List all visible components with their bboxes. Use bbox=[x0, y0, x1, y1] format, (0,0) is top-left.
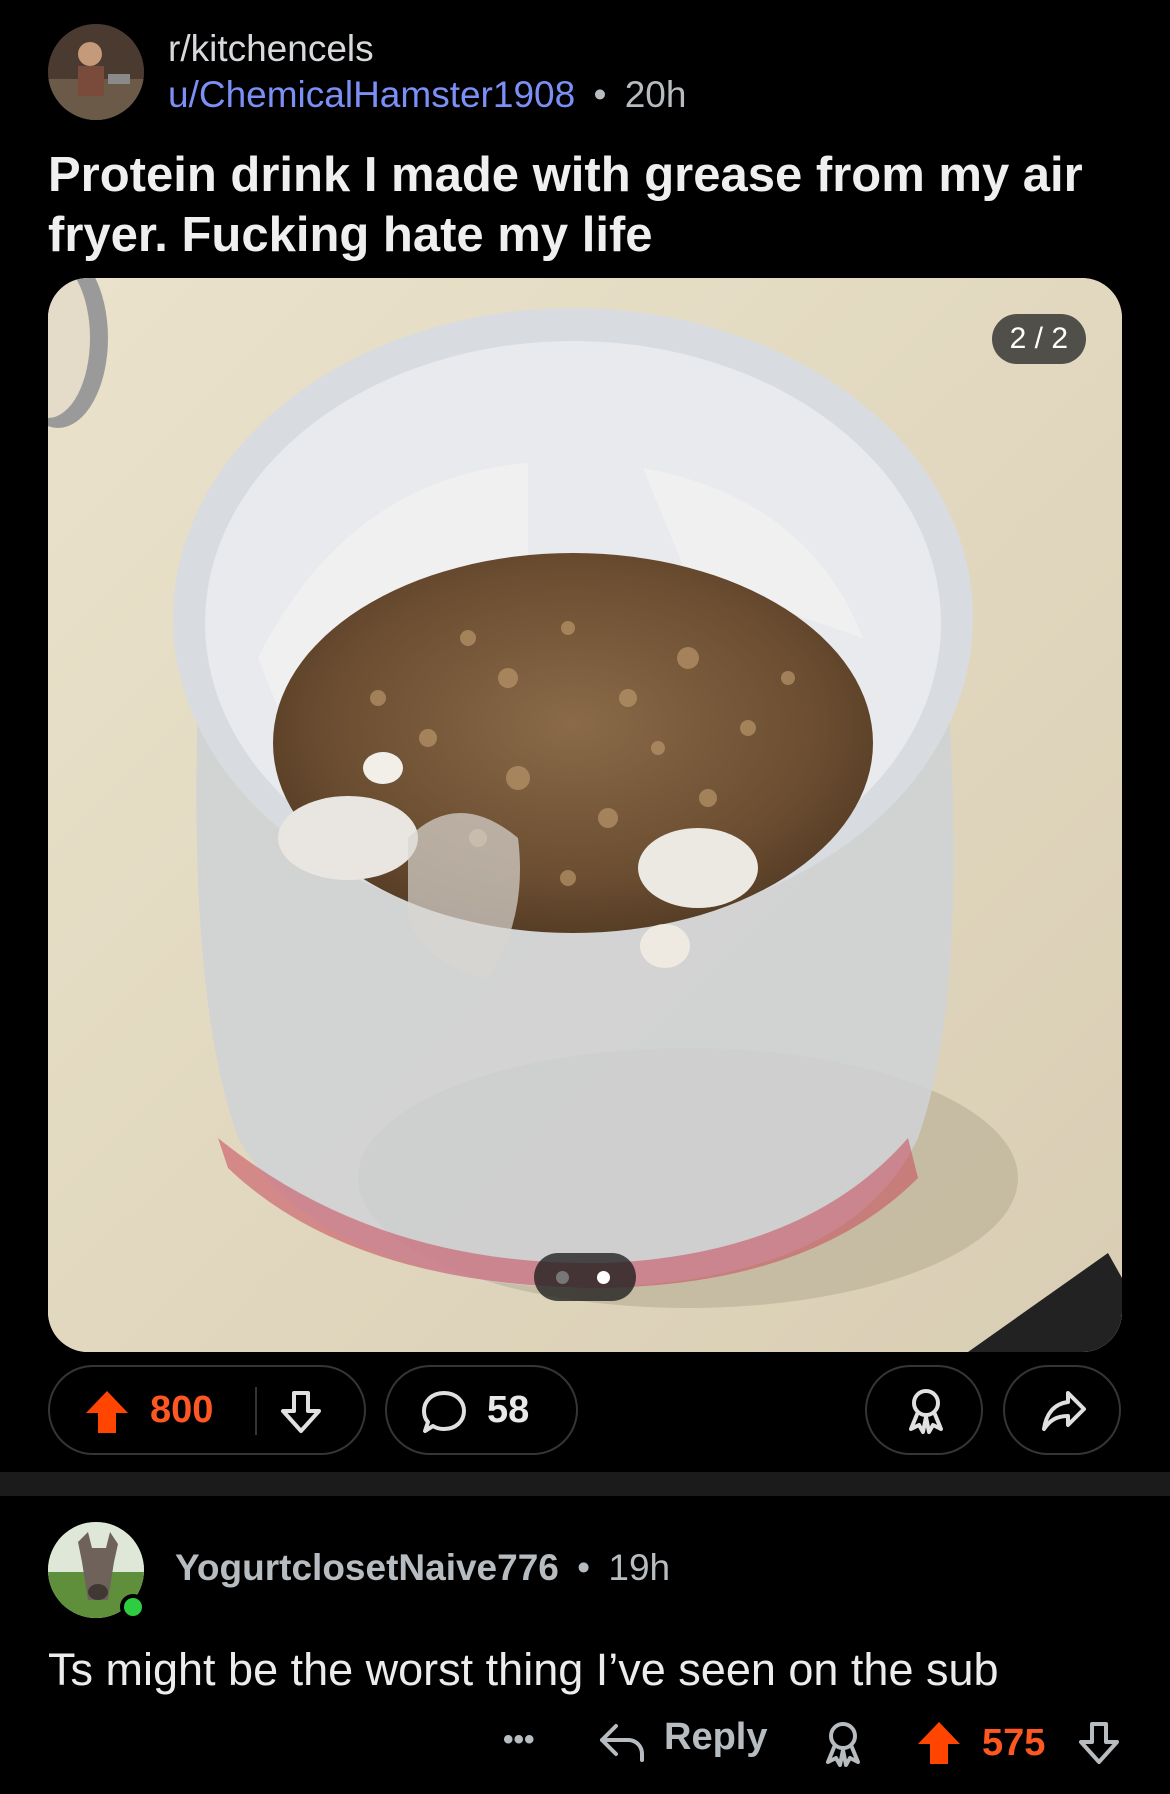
downvote-icon[interactable] bbox=[278, 1389, 324, 1435]
vote-divider bbox=[255, 1387, 257, 1435]
gallery-dot-2[interactable] bbox=[597, 1271, 610, 1284]
comment-body: Ts might be the worst thing I’ve seen on… bbox=[48, 1644, 999, 1695]
post-image[interactable]: 2 / 2 bbox=[48, 278, 1122, 1352]
reply-label: Reply bbox=[664, 1716, 768, 1758]
vote-pill: 800 bbox=[48, 1365, 366, 1455]
post-author-line: u/ChemicalHamster1908 • 20h bbox=[168, 74, 686, 116]
comment-icon bbox=[422, 1391, 466, 1433]
post-upvote-count: 800 bbox=[150, 1389, 214, 1431]
gallery-pagination[interactable] bbox=[534, 1253, 636, 1301]
upvote-icon[interactable] bbox=[84, 1389, 130, 1435]
share-button[interactable] bbox=[1003, 1365, 1121, 1455]
gallery-dot-1[interactable] bbox=[556, 1271, 569, 1284]
upvote-icon[interactable] bbox=[916, 1720, 962, 1766]
media-counter: 2 / 2 bbox=[991, 314, 1086, 364]
meta-separator: • bbox=[577, 1547, 591, 1588]
award-icon bbox=[909, 1389, 943, 1434]
award-button[interactable] bbox=[865, 1365, 983, 1455]
comment-age: 19h bbox=[608, 1547, 671, 1588]
subreddit-avatar[interactable] bbox=[48, 24, 144, 120]
more-icon[interactable]: ••• bbox=[503, 1723, 535, 1757]
post-comment-count: 58 bbox=[487, 1389, 530, 1431]
reply-icon bbox=[600, 1724, 644, 1762]
online-indicator bbox=[120, 1594, 146, 1620]
award-icon[interactable] bbox=[820, 1720, 866, 1768]
post-title[interactable]: Protein drink I made with grease from my… bbox=[48, 145, 1128, 265]
comment-author[interactable]: YogurtclosetNaive776 bbox=[175, 1547, 559, 1588]
avatar-image bbox=[48, 24, 144, 120]
protein-jar-photo bbox=[48, 278, 1122, 1352]
meta-separator: • bbox=[593, 74, 607, 115]
downvote-icon[interactable] bbox=[1076, 1720, 1122, 1766]
comment-pill[interactable]: 58 bbox=[385, 1365, 578, 1455]
comment-author-line: YogurtclosetNaive776 • 19h bbox=[175, 1547, 670, 1589]
post-author[interactable]: u/ChemicalHamster1908 bbox=[168, 74, 575, 115]
post-age: 20h bbox=[624, 74, 687, 115]
section-divider bbox=[0, 1472, 1170, 1496]
comment-upvote-count: 575 bbox=[982, 1722, 1046, 1764]
share-icon bbox=[1042, 1391, 1086, 1431]
subreddit-name[interactable]: r/kitchencels bbox=[168, 28, 374, 70]
